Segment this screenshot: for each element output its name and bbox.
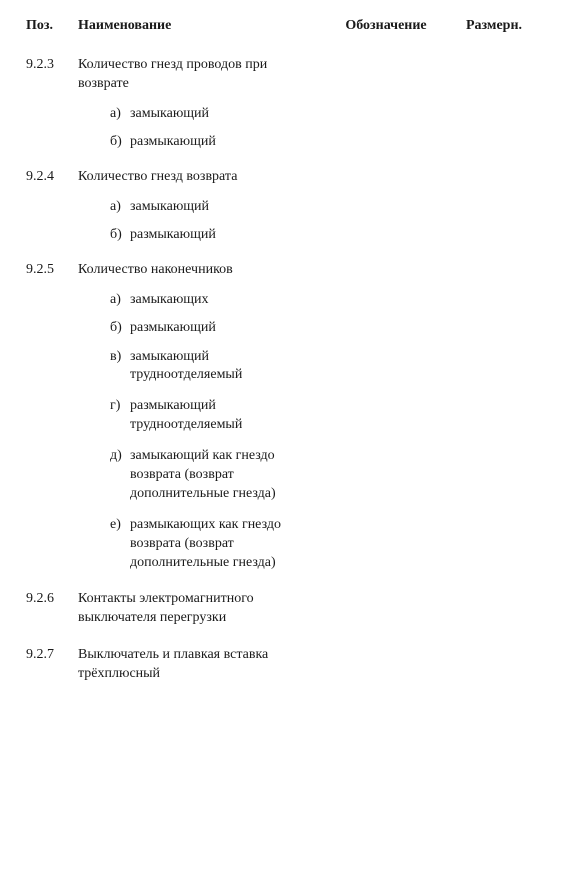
list-item: б) размыкающий — [110, 320, 318, 336]
item-text: замыкающий трудноотделяемый — [130, 348, 318, 386]
row-title: Количество гнезд возврата — [78, 168, 326, 187]
header-number: Поз. — [26, 18, 78, 34]
header-description: Наименование — [78, 18, 326, 34]
table-row: 9.2.6 Контакты электромагнитного выключа… — [26, 590, 542, 628]
table-row: 9.2.4 Количество гнезд возврата а) замык… — [26, 168, 542, 243]
item-text: размыкающий — [130, 227, 318, 243]
list-item: в) замыкающий трудноотделяемый — [110, 348, 318, 386]
item-text: замыкающих — [130, 292, 318, 308]
item-text: замыкающий — [130, 106, 318, 122]
list-item: б) размыкающий — [110, 227, 318, 243]
row-title: Количество наконечников — [78, 261, 326, 280]
item-letter: б) — [110, 227, 130, 243]
list-item: д) замыкающий как гнездо возврата (возвр… — [110, 447, 318, 504]
header-reference: Размерн. — [446, 18, 542, 34]
item-letter: в) — [110, 348, 130, 386]
item-text: размыкающий — [130, 320, 318, 336]
list-item: а) замыкающий — [110, 106, 318, 122]
item-text: замыкающий как гнездо возврата (возврат … — [130, 447, 318, 504]
header-value: Обозначение — [326, 18, 446, 34]
item-letter: д) — [110, 447, 130, 504]
table-header: Поз. Наименование Обозначение Размерн. — [26, 18, 542, 34]
row-title: Контакты электромагнитного выключателя п… — [78, 590, 326, 628]
table-row: 9.2.5 Количество наконечников а) замыкаю… — [26, 261, 542, 573]
table-row: 9.2.7 Выключатель и плавкая вставка трёх… — [26, 646, 542, 684]
row-number: 9.2.6 — [26, 590, 78, 609]
item-letter: а) — [110, 292, 130, 308]
row-number: 9.2.5 — [26, 261, 78, 280]
item-text: размыкающий трудноотделяемый — [130, 397, 318, 435]
list-item: г) размыкающий трудноотделяемый — [110, 397, 318, 435]
item-letter: е) — [110, 516, 130, 573]
item-letter: а) — [110, 199, 130, 215]
row-number: 9.2.4 — [26, 168, 78, 187]
table-row: 9.2.3 Количество гнезд проводов при возв… — [26, 56, 542, 150]
item-text: замыкающий — [130, 199, 318, 215]
row-title: Выключатель и плавкая вставка трёхплюсны… — [78, 646, 326, 684]
item-text: размыкающих как гнездо возврата (возврат… — [130, 516, 318, 573]
row-number: 9.2.7 — [26, 646, 78, 665]
list-item: а) замыкающий — [110, 199, 318, 215]
list-item: е) размыкающих как гнездо возврата (возв… — [110, 516, 318, 573]
item-letter: г) — [110, 397, 130, 435]
row-title: Количество гнезд проводов при возврате — [78, 56, 326, 94]
item-text: размыкающий — [130, 134, 318, 150]
list-item: б) размыкающий — [110, 134, 318, 150]
item-letter: б) — [110, 134, 130, 150]
list-item: а) замыкающих — [110, 292, 318, 308]
row-number: 9.2.3 — [26, 56, 78, 75]
item-letter: а) — [110, 106, 130, 122]
item-letter: б) — [110, 320, 130, 336]
